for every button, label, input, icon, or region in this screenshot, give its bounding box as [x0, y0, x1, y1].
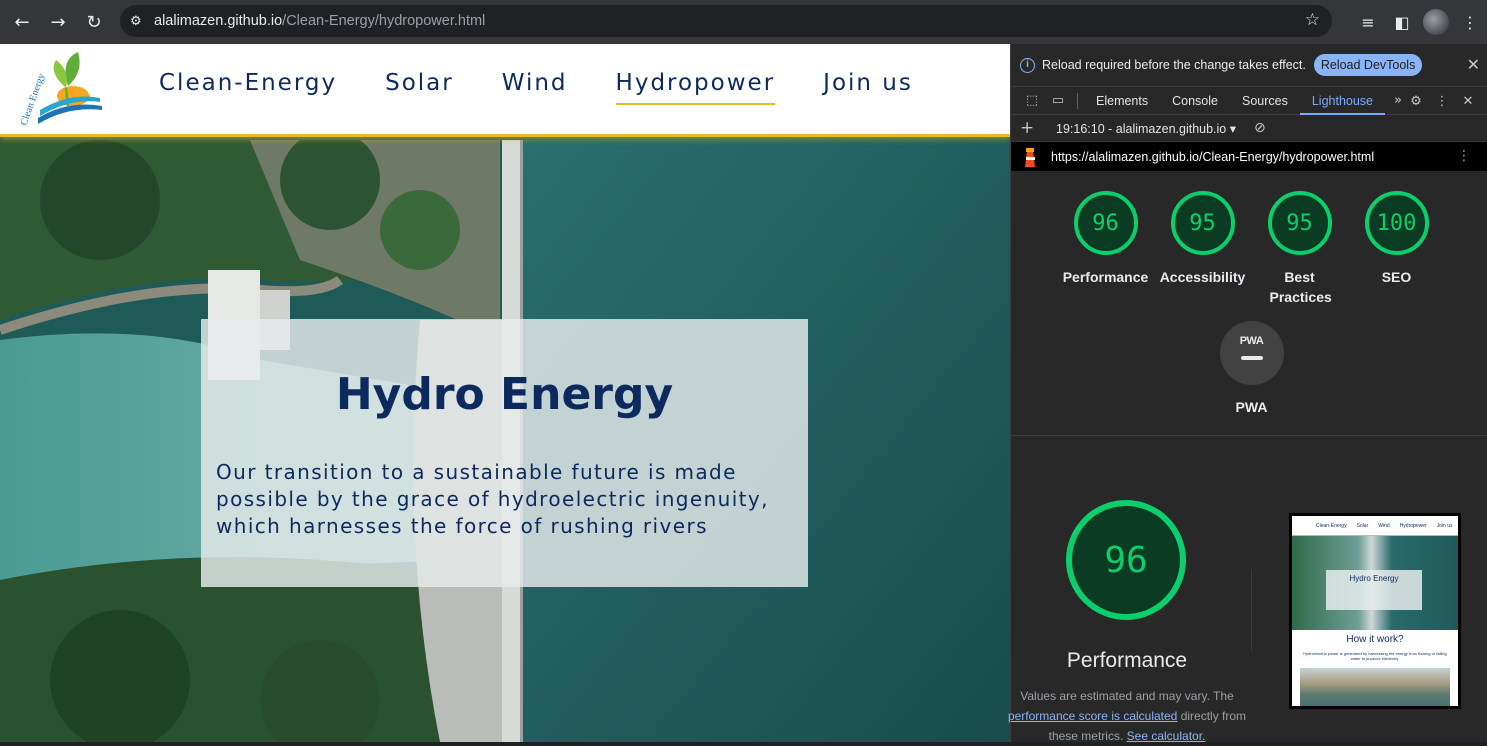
lighthouse-toolbar: + 19:16:10 - alalimazen.github.io ▾ ⊘: [1011, 115, 1487, 142]
score-gauge-accessibility[interactable]: 95 Accessibility: [1154, 191, 1251, 287]
tab-console[interactable]: Console: [1160, 87, 1230, 115]
browser-toolbar: ← → ↻ ⚙ alalimazen.github.io/Clean-Energ…: [0, 0, 1487, 44]
reload-icon[interactable]: ↻: [76, 4, 112, 40]
lighthouse-logo-icon: [1025, 147, 1035, 167]
hero-title: Hydro Energy: [335, 369, 674, 420]
close-icon[interactable]: ✕: [1467, 55, 1480, 74]
device-toolbar-icon[interactable]: ▭: [1045, 93, 1071, 108]
bookmark-star-icon[interactable]: ☆: [1305, 10, 1320, 30]
category-scores: 96 Performance 95 Accessibility 95 Best …: [1011, 171, 1487, 436]
score-label: Best Practices: [1269, 269, 1332, 305]
thumb-nav-item: Hydropower: [1399, 522, 1427, 529]
divider: [1251, 569, 1252, 651]
report-url-bar: https://alalimazen.github.io/Clean-Energ…: [1011, 142, 1487, 171]
tab-sources[interactable]: Sources: [1230, 87, 1300, 115]
see-calculator-link[interactable]: See calculator.: [1127, 729, 1206, 743]
toolbar-actions: ≡ ◧ ⋮: [1351, 0, 1487, 44]
close-devtools-icon[interactable]: ✕: [1455, 94, 1481, 109]
url-path: /Clean-Energy/hydropower.html: [282, 13, 486, 29]
menu-kebab-icon[interactable]: ⋮: [1453, 13, 1487, 32]
devtools-tabbar: ⬚ ▭ Elements Console Sources Lighthouse …: [1011, 87, 1487, 115]
reading-list-icon[interactable]: ≡: [1351, 13, 1385, 32]
thumb-title: Hydro Energy: [1349, 574, 1399, 583]
url-text[interactable]: alalimazen.github.io/Clean-Energy/hydrop…: [154, 13, 485, 29]
back-icon[interactable]: ←: [4, 4, 40, 40]
score-label: Performance: [1062, 269, 1149, 285]
thumb-paragraph: Hydroelectric power is generated by harn…: [1303, 651, 1447, 661]
thumb-hero-card: Hydro Energy: [1326, 570, 1422, 610]
nav-link-hydropower[interactable]: Hydropower: [615, 70, 776, 105]
note-text: Values are estimated and may vary. The: [1020, 689, 1234, 703]
clear-reports-icon[interactable]: ⊘: [1254, 120, 1266, 136]
score-label: SEO: [1381, 269, 1412, 285]
performance-note: Values are estimated and may vary. The p…: [1007, 686, 1247, 746]
score-gauge-pwa[interactable]: PWA PWA: [1203, 321, 1300, 417]
devtools-infobar: i Reload required before the change take…: [1011, 44, 1487, 87]
thumb-header: Clean-Energy Solar Wind Hydropower Join …: [1292, 516, 1458, 536]
nav-link-join-us[interactable]: Join us: [823, 70, 913, 105]
score-value: 96: [1073, 191, 1138, 255]
performance-section: 96 Performance Values are estimated and …: [1008, 436, 1487, 743]
forward-icon[interactable]: →: [40, 4, 76, 40]
score-calculated-link[interactable]: performance score is calculated: [1008, 709, 1177, 723]
score-value: 100: [1364, 191, 1429, 255]
thumb-nav-item: Solar: [1356, 522, 1369, 529]
devtools-tab-actions: ⚙ ⋮ ✕: [1403, 87, 1481, 115]
nav-link-wind[interactable]: Wind: [502, 70, 568, 105]
pwa-badge-icon: PWA: [1219, 321, 1284, 385]
tab-lighthouse[interactable]: Lighthouse: [1299, 87, 1386, 115]
final-screenshot-thumbnail[interactable]: Clean-Energy Solar Wind Hydropower Join …: [1289, 513, 1461, 709]
thumb-nav-item: Join us: [1436, 522, 1453, 529]
pwa-badge-text: PWA: [1239, 335, 1264, 347]
reload-devtools-button[interactable]: Reload DevTools: [1313, 54, 1423, 76]
address-bar[interactable]: ⚙ alalimazen.github.io/Clean-Energy/hydr…: [120, 5, 1332, 37]
site-info-icon[interactable]: ⚙: [130, 14, 154, 29]
new-report-icon[interactable]: +: [1020, 118, 1042, 138]
hero-section: Hydro Energy Our transition to a sustain…: [0, 140, 1010, 742]
url-host: alalimazen.github.io: [154, 13, 283, 29]
clean-energy-logo[interactable]: Clean Energy: [18, 48, 104, 130]
info-icon: i: [1020, 57, 1035, 73]
report-select[interactable]: 19:16:10 - alalimazen.github.io ▾: [1056, 121, 1236, 136]
report-select-value: 19:16:10 - alalimazen.github.io: [1056, 121, 1227, 136]
score-gauge-seo[interactable]: 100 SEO: [1348, 191, 1445, 287]
pwa-dash: [1240, 356, 1263, 360]
hero-text: Our transition to a sustainable future i…: [216, 460, 769, 538]
profile-avatar[interactable]: [1423, 9, 1449, 35]
thumb-heading: How it work?: [1346, 634, 1404, 645]
thumb-nav-item: Wind: [1378, 522, 1390, 529]
score-gauge-best-practices[interactable]: 95 Best Practices: [1251, 191, 1348, 307]
tab-separator: [1077, 92, 1078, 109]
devtools-menu-icon[interactable]: ⋮: [1429, 94, 1455, 109]
tab-elements[interactable]: Elements: [1084, 87, 1160, 115]
inspect-element-icon[interactable]: ⬚: [1019, 93, 1045, 108]
performance-big-gauge: 96: [1066, 500, 1186, 620]
nav-link-solar[interactable]: Solar: [385, 70, 454, 105]
thumb-hero: Hydro Energy: [1292, 536, 1458, 630]
thumb-image: [1300, 668, 1450, 706]
website-viewport: Clean Energy Clean-Energy Solar Wind Hyd…: [0, 44, 1010, 742]
score-value: 95: [1170, 191, 1235, 255]
report-url[interactable]: https://alalimazen.github.io/Clean-Energ…: [1051, 150, 1374, 164]
score-gauge-performance[interactable]: 96 Performance: [1057, 191, 1154, 287]
report-menu-icon[interactable]: ⋮: [1457, 148, 1471, 164]
performance-title: Performance: [1066, 649, 1188, 672]
main-nav: Clean-Energy Solar Wind Hydropower Join …: [159, 70, 913, 105]
settings-gear-icon[interactable]: ⚙: [1403, 94, 1429, 109]
score-value: 95: [1267, 191, 1332, 255]
hero-card: Hydro Energy Our transition to a sustain…: [201, 319, 808, 587]
thumb-nav-item: Clean-Energy: [1316, 522, 1347, 529]
score-label: Accessibility: [1159, 269, 1246, 285]
nav-link-clean-energy[interactable]: Clean-Energy: [159, 70, 337, 105]
site-header: Clean Energy Clean-Energy Solar Wind Hyd…: [0, 44, 1010, 137]
side-panel-icon[interactable]: ◧: [1385, 13, 1419, 32]
score-label: PWA: [1235, 399, 1268, 415]
devtools-panel: i Reload required before the change take…: [1008, 44, 1487, 743]
infobar-message: Reload required before the change takes …: [1042, 58, 1306, 72]
